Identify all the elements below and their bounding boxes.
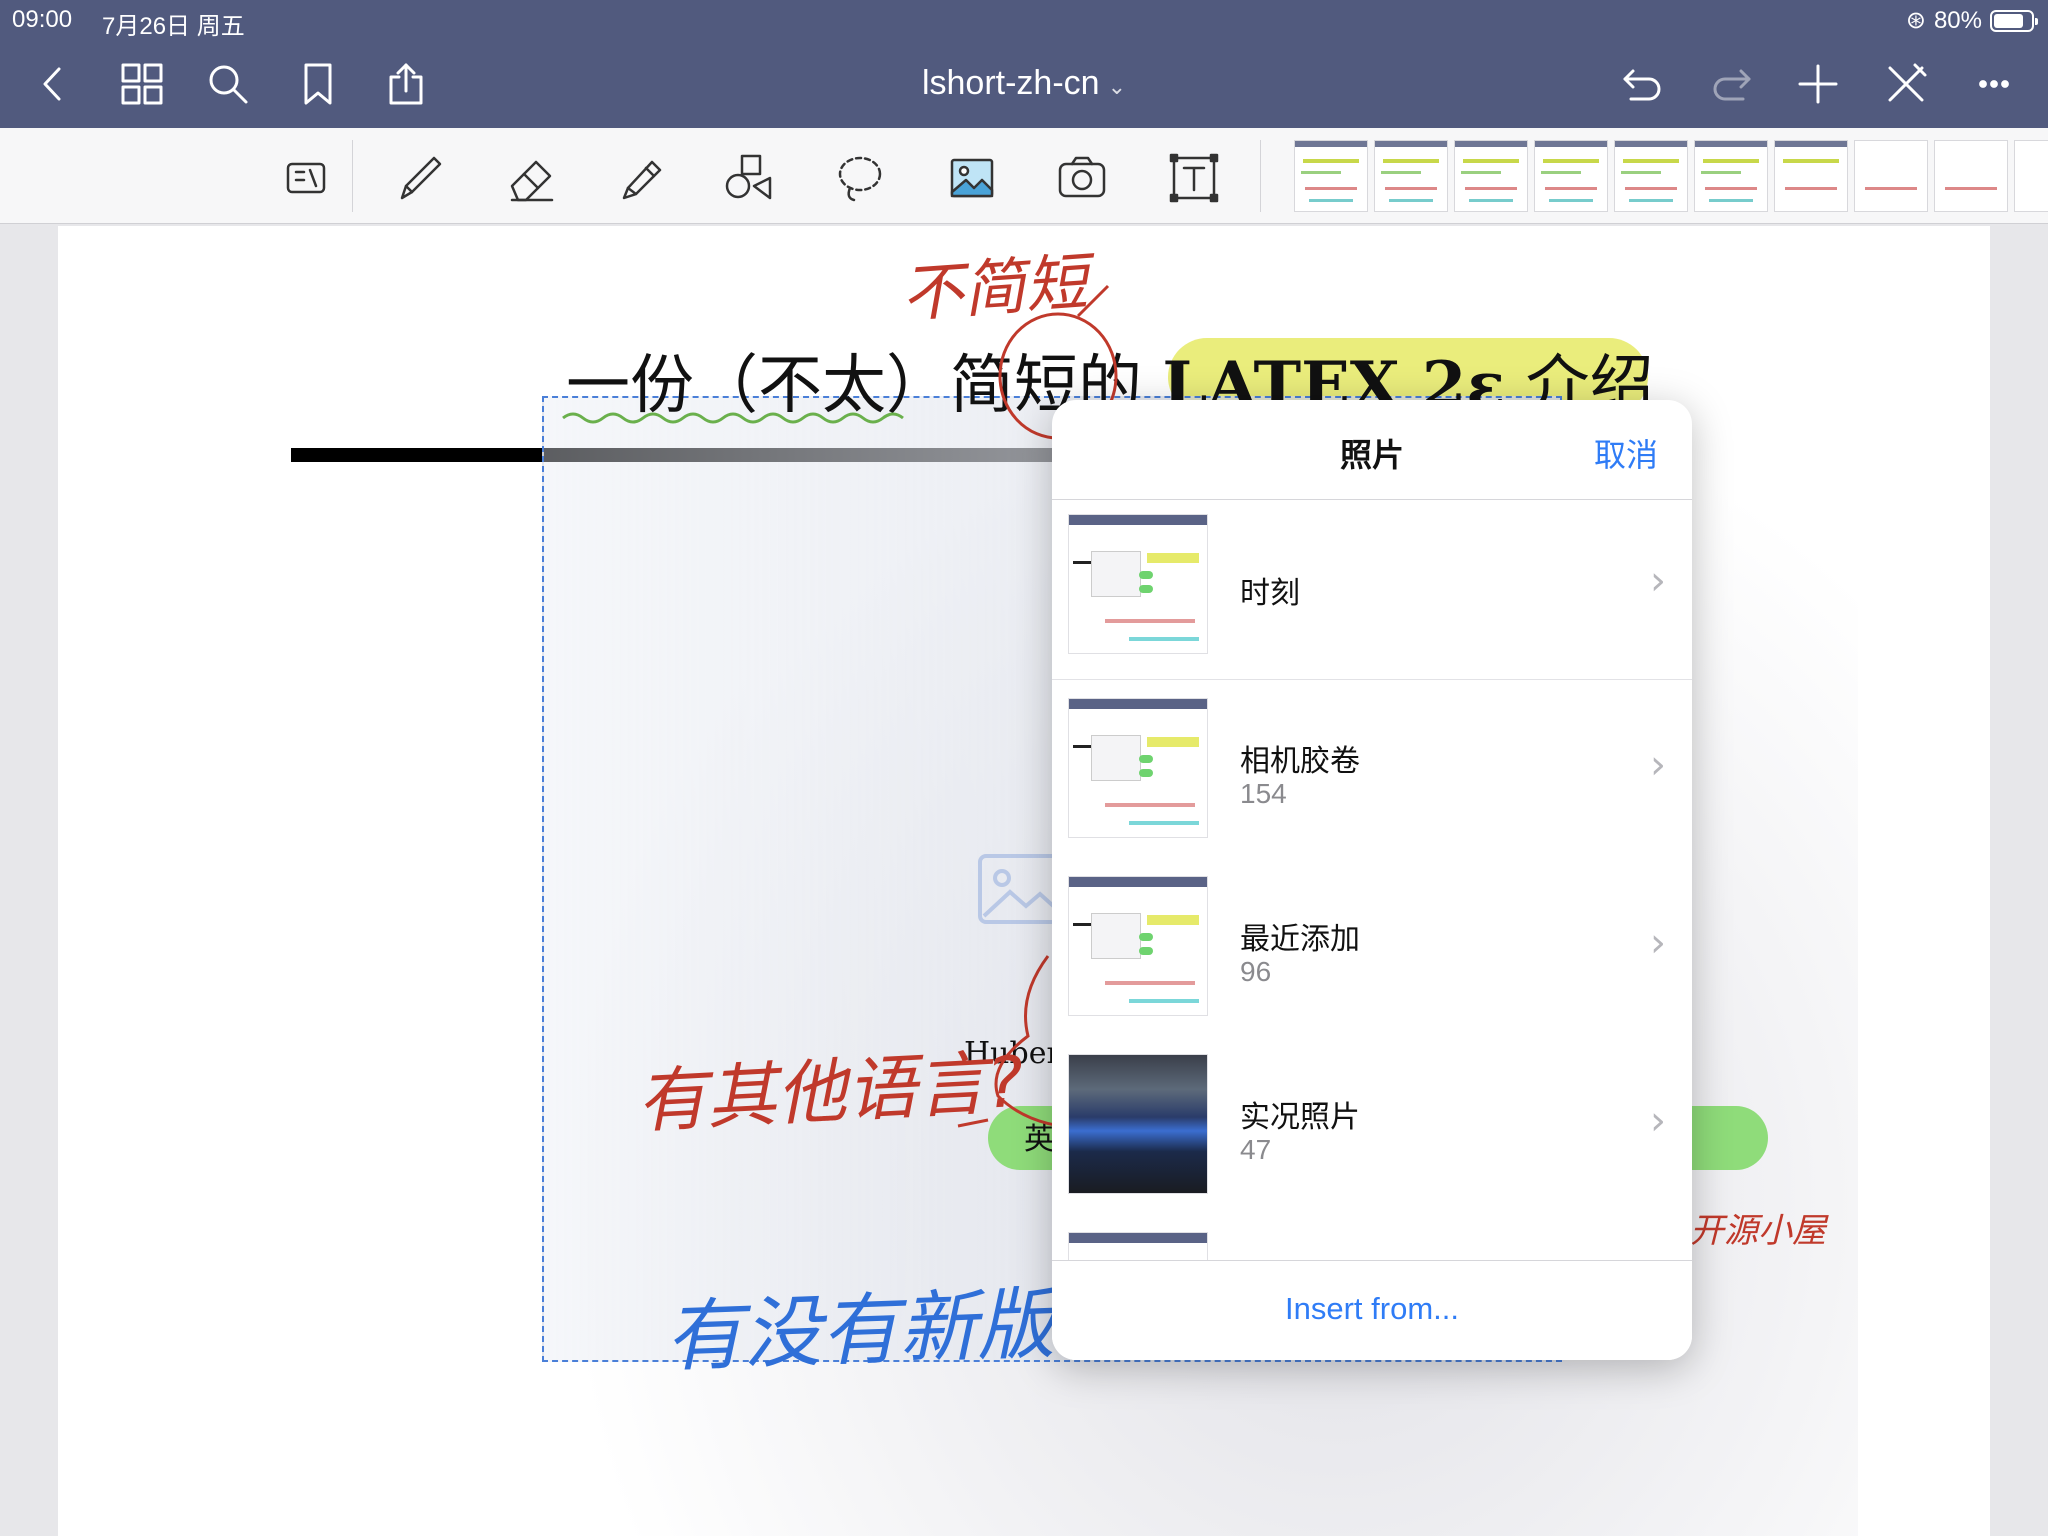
pen-icon[interactable]: [388, 146, 452, 210]
page-thumbnail[interactable]: [1454, 140, 1528, 212]
album-row[interactable]: 相机胶卷 154 ›: [1052, 686, 1692, 864]
popover-footer: Insert from...: [1052, 1260, 1692, 1360]
status-time: 09:00: [12, 6, 73, 33]
cancel-button[interactable]: 取消: [1594, 430, 1658, 476]
album-row[interactable]: 最近添加 96 ›: [1052, 864, 1692, 1042]
page-thumbnail[interactable]: [1534, 140, 1608, 212]
album-name: 最近添加: [1240, 923, 1360, 956]
insert-from-button[interactable]: Insert from...: [1052, 1291, 1692, 1327]
status-bar: 09:00 7月26日 周五 ⊛ 80%: [0, 0, 2048, 40]
page-thumbnail[interactable]: [2014, 140, 2048, 212]
chevron-right-icon: ›: [1650, 558, 1666, 604]
tool-bar: [0, 128, 2048, 224]
page-thumbnail[interactable]: [1934, 140, 2008, 212]
album-count: 96: [1240, 956, 1272, 987]
page-thumbnail[interactable]: [1294, 140, 1368, 212]
chevron-down-icon: ⌄: [1107, 74, 1127, 99]
page-thumbnail[interactable]: [1854, 140, 1928, 212]
page-thumbnail[interactable]: [1614, 140, 1688, 212]
chevron-right-icon: ›: [1650, 1098, 1666, 1144]
album-thumbnail: [1068, 1054, 1208, 1194]
handwritten-annotations: 不简短 有其他语言? 开源小屋 有没有新版本?: [562, 244, 1829, 1383]
shapes-icon[interactable]: [718, 146, 782, 210]
chevron-right-icon: ›: [1650, 920, 1666, 966]
image-icon[interactable]: [940, 146, 1004, 210]
undo-icon[interactable]: [1614, 56, 1670, 112]
ink-note-right: 开源小屋: [1690, 1211, 1829, 1251]
camera-icon[interactable]: [1050, 146, 1114, 210]
album-row[interactable]: 时刻 ›: [1052, 502, 1692, 680]
album-thumbnail: [1068, 698, 1208, 838]
album-count: 154: [1240, 778, 1287, 809]
album-thumbnail: [1068, 876, 1208, 1016]
album-count: 47: [1240, 1134, 1272, 1165]
navigation-bar: 09:00 7月26日 周五 ⊛ 80% lshort-zh-cn ⌄: [0, 0, 2048, 128]
orientation-lock-icon: ⊛: [1905, 7, 1926, 34]
highlighter-icon[interactable]: [608, 146, 672, 210]
document-page[interactable]: 一份（不太）简短的 LATEX 2ε 介绍 Huber 英 不简短 有其他语言?…: [58, 226, 1990, 1536]
album-row[interactable]: 实况照片 47 ›: [1052, 1042, 1692, 1220]
page-thumbnail[interactable]: [1694, 140, 1768, 212]
photos-popover: 照片 取消 时刻 › 相机胶卷 154 › 最近添加 96 › 实况照片 47 …: [1052, 400, 1692, 1360]
popover-header: 照片 取消: [1052, 400, 1692, 500]
album-name: 相机胶卷: [1240, 745, 1360, 778]
ink-note-top: 不简短: [899, 244, 1100, 330]
status-right: ⊛ 80%: [1905, 6, 2038, 35]
page-thumbnail[interactable]: [1374, 140, 1448, 212]
battery-icon: [1990, 9, 2038, 32]
album-name: 实况照片: [1240, 1101, 1360, 1134]
album-name: 时刻: [1240, 577, 1300, 610]
redo-icon[interactable]: [1704, 56, 1760, 112]
more-icon[interactable]: [1966, 56, 2022, 112]
album-thumbnail: [1068, 514, 1208, 654]
close-x-icon[interactable]: [1878, 56, 1934, 112]
chevron-right-icon: ›: [1650, 742, 1666, 788]
ink-note-left: 有其他语言?: [635, 1041, 1026, 1143]
eraser-icon[interactable]: [500, 146, 564, 210]
page-thumbnail[interactable]: [1774, 140, 1848, 212]
battery-percent: 80%: [1933, 6, 1982, 34]
lasso-icon[interactable]: [828, 146, 892, 210]
status-date: 7月26日 周五: [102, 13, 245, 40]
add-icon[interactable]: [1790, 56, 1846, 112]
read-mode-icon[interactable]: [274, 146, 338, 210]
text-box-icon[interactable]: [1162, 146, 1226, 210]
document-title-text: lshort-zh-cn: [921, 64, 1100, 102]
